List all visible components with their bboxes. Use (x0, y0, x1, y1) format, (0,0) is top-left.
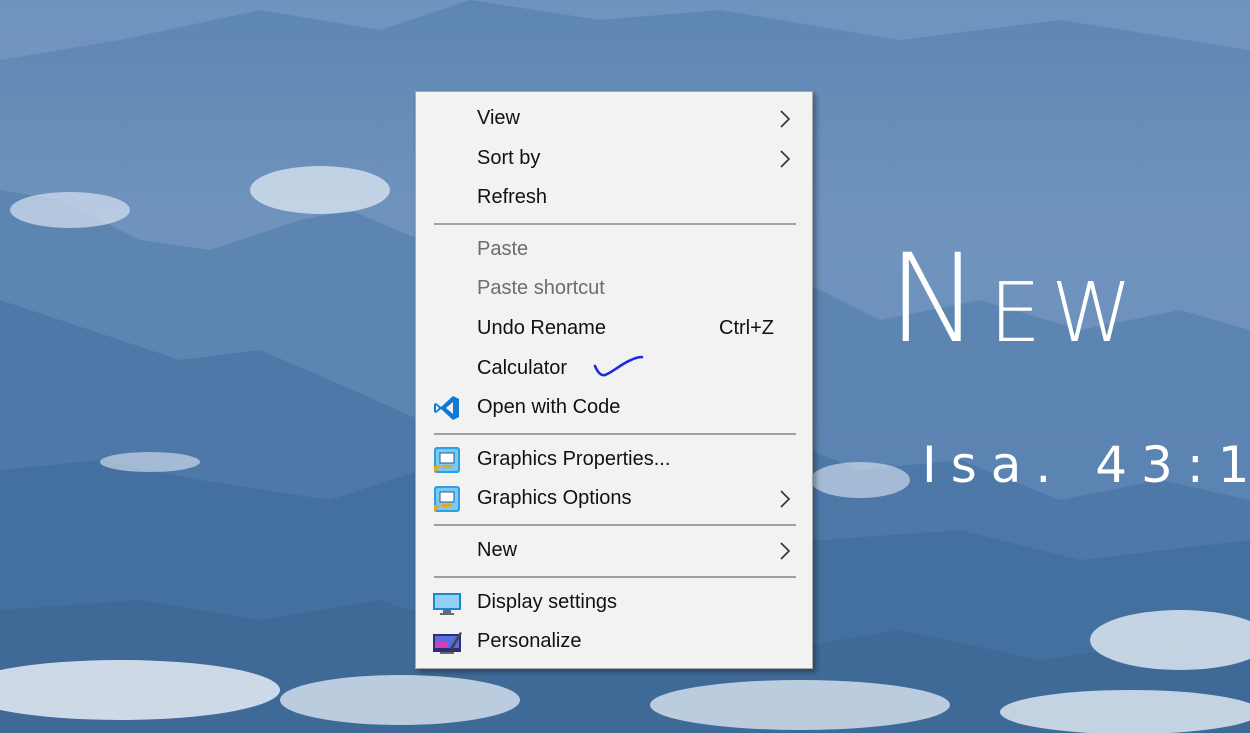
chevron-right-icon (780, 150, 791, 168)
menu-item-graphics-options[interactable]: Graphics Options (416, 479, 812, 517)
menu-item-graphics-properties[interactable]: Graphics Properties... (416, 440, 812, 478)
menu-item-paste-shortcut[interactable]: Paste shortcut (416, 269, 812, 307)
menu-item-view[interactable]: View (416, 99, 812, 137)
menu-item-open-with-code-label: Open with Code (477, 396, 621, 418)
undo-rename-shortcut: Ctrl+Z (719, 317, 774, 339)
menu-item-paste-shortcut-label: Paste shortcut (477, 277, 605, 299)
intel-graphics-icon (434, 447, 460, 473)
menu-item-view-label: View (477, 107, 520, 129)
menu-item-new[interactable]: New (416, 531, 812, 569)
menu-separator (434, 433, 796, 435)
monitor-icon (433, 593, 461, 615)
menu-separator (434, 524, 796, 526)
desktop-context-menu: View Sort by Refresh Paste Paste shortcu… (415, 91, 813, 669)
menu-item-calculator[interactable]: Calculator (416, 349, 812, 387)
menu-item-new-label: New (477, 539, 518, 561)
checkmark-annotation-icon (593, 355, 644, 377)
menu-item-undo-rename[interactable]: Undo Rename Ctrl+Z (416, 309, 812, 347)
menu-separator (434, 223, 796, 225)
menu-separator (434, 576, 796, 578)
menu-item-display-settings[interactable]: Display settings (416, 583, 812, 621)
wallpaper-title-rest: EW (989, 266, 1143, 361)
chevron-right-icon (780, 542, 791, 560)
menu-item-personalize[interactable]: Personalize (416, 622, 812, 660)
vscode-icon (434, 396, 459, 420)
menu-item-refresh-label: Refresh (477, 186, 548, 208)
menu-item-graphics-options-label: Graphics Options (477, 487, 632, 509)
wallpaper-title-initial: N (888, 228, 990, 370)
menu-item-open-with-code[interactable]: Open with Code (416, 388, 812, 426)
chevron-right-icon (780, 490, 791, 508)
wallpaper-scripture-reference: Isa. 43:18 (922, 436, 1250, 494)
menu-item-calculator-label: Calculator (477, 357, 568, 379)
wallpaper-title: NEW (888, 238, 1142, 361)
menu-item-display-settings-label: Display settings (477, 591, 618, 613)
menu-item-graphics-properties-label: Graphics Properties... (477, 448, 671, 470)
menu-item-personalize-label: Personalize (477, 630, 582, 652)
menu-item-sort-by-label: Sort by (477, 147, 541, 169)
intel-graphics-icon (434, 486, 460, 512)
personalize-icon (433, 632, 462, 654)
menu-item-refresh[interactable]: Refresh (416, 178, 812, 216)
chevron-right-icon (780, 110, 791, 128)
menu-item-undo-rename-label: Undo Rename (477, 317, 606, 339)
menu-item-paste-label: Paste (477, 238, 529, 260)
menu-item-sort-by[interactable]: Sort by (416, 139, 812, 177)
menu-item-paste[interactable]: Paste (416, 230, 812, 268)
